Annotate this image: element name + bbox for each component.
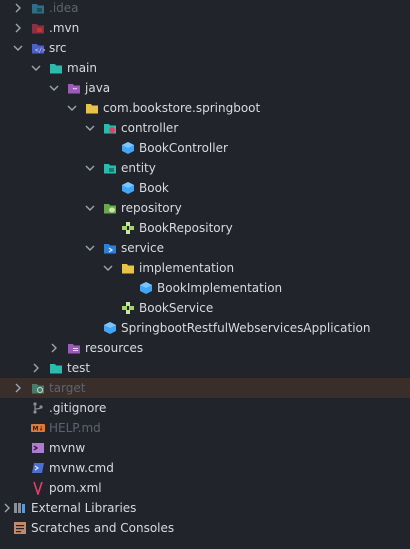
tree-item-pomxml[interactable]: pom.xml	[0, 478, 410, 498]
folder-java-icon	[67, 81, 81, 95]
tree-item-label: java	[85, 81, 111, 95]
tree-item-bookrepository[interactable]: BookRepository	[0, 218, 410, 238]
svg-text:M↓: M↓	[33, 426, 44, 433]
interface-icon	[121, 221, 135, 235]
class-icon	[139, 281, 153, 295]
tree-item-main[interactable]: main	[0, 58, 410, 78]
chevron-down-icon[interactable]	[11, 38, 25, 58]
folder-main-icon	[49, 61, 63, 75]
tree-item-label: com.bookstore.springboot	[103, 101, 261, 115]
folder-idea-icon	[31, 1, 45, 15]
tree-item-test[interactable]: test	[0, 358, 410, 378]
tree-item-label: test	[67, 361, 91, 375]
tree-item-label: repository	[121, 201, 182, 215]
tree-item-repository[interactable]: repository	[0, 198, 410, 218]
folder-service-icon	[103, 241, 117, 255]
tree-item-label: .mvn	[49, 21, 80, 35]
git-icon	[31, 401, 45, 415]
tree-item-java[interactable]: java	[0, 78, 410, 98]
folder-controller-icon	[103, 121, 117, 135]
tree-item-gitignore[interactable]: .gitignore	[0, 398, 410, 418]
tree-item-label: main	[67, 61, 97, 75]
scratches-icon	[13, 521, 27, 535]
folder-target-icon	[31, 381, 45, 395]
chevron-down-icon[interactable]	[29, 58, 43, 78]
chevron-down-icon[interactable]	[83, 158, 97, 178]
tree-item-target[interactable]: target	[0, 378, 410, 398]
chevron-right-icon[interactable]	[11, 18, 25, 38]
folder-repository-icon	[103, 201, 117, 215]
tree-item-bookcontroller[interactable]: BookController	[0, 138, 410, 158]
tree-item-label: BookImplementation	[157, 281, 283, 295]
folder-src-icon: </>	[31, 41, 45, 55]
folder-resources-icon	[67, 341, 81, 355]
project-tree: .idea .mvn </> src main java com.booksto…	[0, 0, 410, 549]
chevron-down-icon[interactable]	[83, 118, 97, 138]
chevron-down-icon[interactable]	[83, 238, 97, 258]
tree-item-src[interactable]: </> src	[0, 38, 410, 58]
tree-item-bookimplementation[interactable]: BookImplementation	[0, 278, 410, 298]
chevron-right-icon[interactable]	[0, 498, 14, 518]
tree-item-label: External Libraries	[31, 501, 137, 515]
interface-icon	[121, 301, 135, 315]
chevron-right-icon[interactable]	[29, 358, 43, 378]
tree-item-label: mvnw	[49, 441, 86, 455]
tree-item-bookservice[interactable]: BookService	[0, 298, 410, 318]
tree-item-book[interactable]: Book	[0, 178, 410, 198]
libraries-icon	[13, 501, 27, 515]
chevron-down-icon[interactable]	[65, 98, 79, 118]
powershell-icon	[31, 461, 45, 475]
tree-item-label: HELP.md	[49, 421, 101, 435]
folder-mvn-icon	[31, 21, 45, 35]
class-icon	[103, 321, 117, 335]
tree-item-label: target	[49, 381, 86, 395]
tree-item-label: .idea	[49, 1, 79, 15]
tree-item-package[interactable]: com.bookstore.springboot	[0, 98, 410, 118]
tree-item-entity[interactable]: entity	[0, 158, 410, 178]
tree-item-mvnw[interactable]: mvnw	[0, 438, 410, 458]
chevron-down-icon[interactable]	[47, 78, 61, 98]
chevron-down-icon[interactable]	[83, 198, 97, 218]
tree-item-mvnwcmd[interactable]: mvnw.cmd	[0, 458, 410, 478]
tree-item-label: mvnw.cmd	[49, 461, 114, 475]
tree-item-label: Book	[139, 181, 169, 195]
shell-script-icon	[31, 441, 45, 455]
tree-item-label: pom.xml	[49, 481, 102, 495]
markdown-icon: M↓	[31, 421, 45, 435]
tree-item-label: service	[121, 241, 164, 255]
folder-entity-icon	[103, 161, 117, 175]
tree-item-label: Scratches and Consoles	[31, 521, 175, 535]
tree-item-label: BookRepository	[139, 221, 233, 235]
chevron-right-icon[interactable]	[11, 378, 25, 398]
tree-item-external-libraries[interactable]: External Libraries	[0, 498, 410, 518]
chevron-right-icon[interactable]	[47, 338, 61, 358]
tree-item-controller[interactable]: controller	[0, 118, 410, 138]
tree-item-application[interactable]: SpringbootRestfulWebservicesApplication	[0, 318, 410, 338]
package-folder-icon	[85, 101, 99, 115]
folder-icon	[121, 261, 135, 275]
tree-item-label: BookController	[139, 141, 228, 155]
tree-item-label: src	[49, 41, 67, 55]
tree-item-label: SpringbootRestfulWebservicesApplication	[121, 321, 371, 335]
class-icon	[121, 181, 135, 195]
tree-item-label: resources	[85, 341, 144, 355]
folder-test-icon	[49, 361, 63, 375]
tree-item-label: implementation	[139, 261, 235, 275]
chevron-down-icon[interactable]	[101, 258, 115, 278]
svg-text:</>: </>	[35, 47, 45, 54]
tree-item-mvn[interactable]: .mvn	[0, 18, 410, 38]
tree-item-service[interactable]: service	[0, 238, 410, 258]
maven-icon	[31, 481, 45, 495]
tree-item-label: BookService	[139, 301, 214, 315]
tree-item-label: controller	[121, 121, 179, 135]
tree-item-label: .gitignore	[49, 401, 107, 415]
tree-item-scratches[interactable]: Scratches and Consoles	[0, 518, 410, 538]
tree-item-helpmd[interactable]: M↓ HELP.md	[0, 418, 410, 438]
tree-item-label: entity	[121, 161, 156, 175]
tree-item-resources[interactable]: resources	[0, 338, 410, 358]
chevron-right-icon[interactable]	[11, 0, 25, 18]
tree-item-implementation[interactable]: implementation	[0, 258, 410, 278]
tree-item-idea[interactable]: .idea	[0, 0, 410, 18]
class-icon	[121, 141, 135, 155]
